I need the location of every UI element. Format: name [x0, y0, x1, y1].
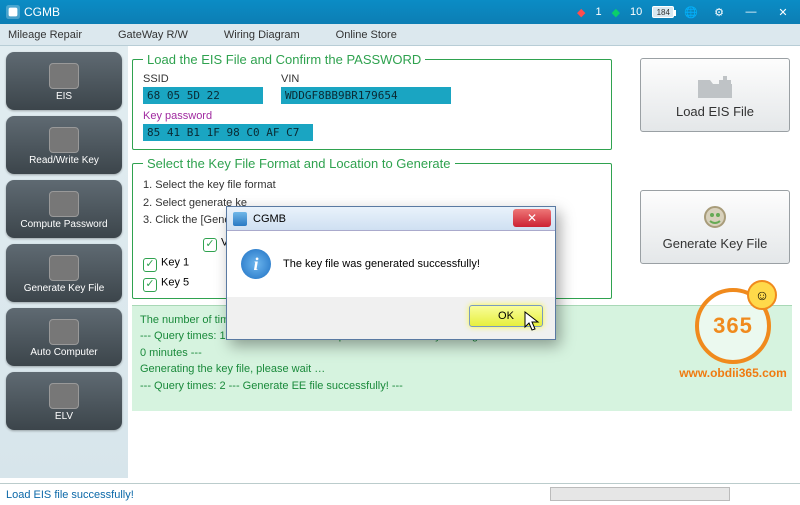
checkbox-key1-label: Key 1: [161, 256, 189, 268]
status-bar: Load EIS file successfully!: [0, 483, 800, 505]
sidebar: EIS Read/Write Key Compute Password Gene…: [0, 46, 128, 478]
generate-key-file-button[interactable]: Generate Key File: [640, 190, 790, 264]
dialog-close-button[interactable]: ✕: [513, 209, 551, 227]
menu-bar: Mileage Repair GateWay R/W Wiring Diagra…: [0, 24, 800, 46]
battery-indicator: 184: [652, 6, 674, 18]
dialog-title: CGMB: [253, 213, 286, 225]
generate-key-file-label: Generate Key File: [663, 236, 768, 251]
checkbox-key5-label: Key 5: [161, 276, 189, 288]
globe-icon[interactable]: 🌐: [684, 6, 698, 19]
eis-icon: [49, 63, 79, 89]
printer-icon: [49, 255, 79, 281]
minimize-button[interactable]: —: [740, 4, 762, 20]
dialog-message: The key file was generated successfully!: [283, 258, 480, 270]
keypassword-label: Key password: [143, 110, 601, 122]
step-1-text: 1. Select the key file format: [143, 177, 601, 195]
keypassword-field[interactable]: 85 41 B1 1F 98 C0 AF C7: [143, 124, 313, 141]
menu-mileage-repair[interactable]: Mileage Repair: [8, 29, 82, 41]
menu-online-store[interactable]: Online Store: [336, 29, 397, 41]
gem-red-count: 1: [595, 6, 601, 18]
close-button[interactable]: ✕: [772, 4, 794, 20]
ssid-field[interactable]: 68 05 5D 22: [143, 87, 263, 104]
group-load-eis: Load the EIS File and Confirm the PASSWO…: [132, 52, 612, 150]
log-line: --- Query times: 2 --- Generate EE file …: [140, 378, 784, 395]
group-select-key-format-legend: Select the Key File Format and Location …: [143, 156, 455, 171]
sidebar-item-label: ELV: [55, 411, 73, 422]
sidebar-item-eis[interactable]: EIS: [6, 52, 122, 110]
chip-icon: [49, 191, 79, 217]
settings-icon[interactable]: ⚙: [708, 4, 730, 20]
dialog-ok-button[interactable]: OK: [469, 305, 543, 327]
menu-gateway-rw[interactable]: GateWay R/W: [118, 29, 188, 41]
ssid-label: SSID: [143, 73, 263, 85]
dialog-titlebar[interactable]: CGMB ✕: [227, 207, 555, 231]
gem-green-icon: ◆: [612, 6, 620, 19]
gem-green-count: 10: [630, 6, 642, 18]
dialog-app-icon: [233, 212, 247, 226]
sidebar-item-generate-key-file[interactable]: Generate Key File: [6, 244, 122, 302]
load-eis-file-button[interactable]: Load EIS File: [640, 58, 790, 132]
info-icon: i: [241, 249, 271, 279]
vin-field[interactable]: WDDGF8BB9BR179654: [281, 87, 451, 104]
status-text: Load EIS file successfully!: [6, 489, 134, 501]
checkbox-v04[interactable]: [203, 238, 217, 252]
sidebar-item-compute-password[interactable]: Compute Password: [6, 180, 122, 238]
sidebar-item-auto-computer[interactable]: Auto Computer: [6, 308, 122, 366]
menu-wiring-diagram[interactable]: Wiring Diagram: [224, 29, 300, 41]
elv-icon: [49, 383, 79, 409]
message-dialog: CGMB ✕ i The key file was generated succ…: [226, 206, 556, 340]
key-gen-icon: [695, 204, 735, 234]
checkbox-key5[interactable]: [143, 278, 157, 292]
app-title: CGMB: [24, 5, 60, 19]
progress-bar: [550, 487, 730, 501]
sidebar-item-label: Read/Write Key: [29, 155, 99, 166]
folder-plus-icon: [695, 72, 735, 102]
ecu-icon: [49, 319, 79, 345]
sidebar-item-elv[interactable]: ELV: [6, 372, 122, 430]
sidebar-item-readwrite-key[interactable]: Read/Write Key: [6, 116, 122, 174]
log-line: 0 minutes ---: [140, 345, 784, 362]
group-load-eis-legend: Load the EIS File and Confirm the PASSWO…: [143, 52, 425, 67]
sidebar-item-label: Auto Computer: [30, 347, 97, 358]
checkbox-key1[interactable]: [143, 258, 157, 272]
key-icon: [49, 127, 79, 153]
vin-label: VIN: [281, 73, 451, 85]
gem-red-icon: ◆: [577, 6, 585, 19]
sidebar-item-label: EIS: [56, 91, 72, 102]
sidebar-item-label: Compute Password: [20, 219, 107, 230]
log-line: Generating the key file, please wait …: [140, 361, 784, 378]
window-titlebar: CGMB ◆ 1 ◆ 10 184 🌐 ⚙ — ✕: [0, 0, 800, 24]
app-icon: [6, 5, 20, 19]
sidebar-item-label: Generate Key File: [24, 283, 105, 294]
load-eis-file-label: Load EIS File: [676, 104, 754, 119]
